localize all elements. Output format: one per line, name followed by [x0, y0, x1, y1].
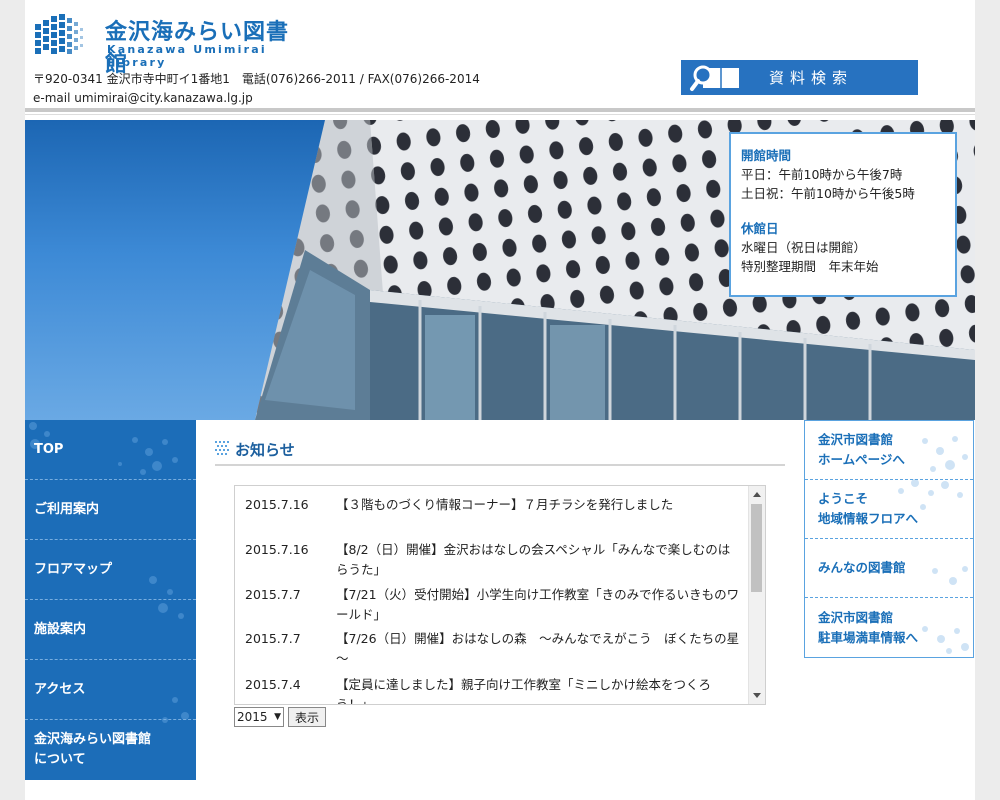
nav-facilities[interactable]: 施設案内 [25, 600, 196, 660]
closed-special: 特別整理期間 年末年始 [741, 259, 879, 274]
news-text[interactable]: 【7/26（日）開催】おはなしの森 ～みんなでえがこう ぼくたちの星～ [336, 629, 740, 669]
quick-links: 金沢市図書館 ホームページへ ようこそ 地域情報フロアへ みんなの図書館 金沢市… [804, 420, 974, 658]
email-line: e-mail umimirai@city.kanazawa.lg.jp [33, 91, 253, 105]
address-line: 〒920-0341 金沢市寺中町イ1番地1 電話(076)266-2011 / … [33, 72, 480, 86]
logo-mark-icon [35, 14, 83, 54]
link-everyones-library[interactable]: みんなの図書館 [805, 539, 973, 598]
news-item[interactable]: 2015.7.4 【定員に達しました】親子向け工作教室「ミニしかけ絵本をつくろう… [235, 675, 740, 704]
dropdown-arrow-icon: ▼ [274, 712, 281, 722]
hours-weekday: 平日：午前10時から午後7時 [741, 167, 903, 182]
news-heading-icon [215, 441, 229, 455]
link-local-info-floor[interactable]: ようこそ 地域情報フロアへ [805, 480, 973, 539]
nav-usage-guide[interactable]: ご利用案内 [25, 480, 196, 540]
nav-about[interactable]: 金沢海みらい図書館 について [25, 720, 196, 780]
news-date: 2015.7.16 [245, 497, 309, 512]
news-item[interactable]: 2015.7.16 【３階ものづくり情報コーナー】７月チラシを発行しました [235, 495, 740, 515]
nav-floor-map[interactable]: フロアマップ [25, 540, 196, 600]
news-text[interactable]: 【３階ものづくり情報コーナー】７月チラシを発行しました [336, 495, 740, 515]
year-select[interactable]: 2015 ▼ [234, 707, 284, 727]
closed-days: 水曜日（祝日は開館） [741, 240, 867, 255]
news-date: 2015.7.4 [245, 677, 301, 692]
news-item[interactable]: 2015.7.16 【8/2（日）開催】金沢おはなしの会スペシャル「みんなで楽し… [235, 540, 740, 580]
news-text[interactable]: 【定員に達しました】親子向け工作教室「ミニしかけ絵本をつくろう！」 [336, 675, 740, 704]
closed-heading: 休館日 [741, 221, 779, 236]
news-scrollbar[interactable] [748, 486, 765, 704]
news-date: 2015.7.7 [245, 587, 301, 602]
nav-access[interactable]: アクセス [25, 660, 196, 720]
hero-image: 開館時間 平日：午前10時から午後7時 土日祝：午前10時から午後5時 休館日 … [25, 120, 975, 420]
page: 金沢海みらい図書館 Kanazawa Umimirai Library 〒920… [25, 0, 975, 800]
scroll-thumb[interactable] [751, 504, 762, 592]
news-item[interactable]: 2015.7.7 【7/21（火）受付開始】小学生向け工作教室「きのみで作るいき… [235, 585, 740, 625]
year-filter: 2015 ▼ 表示 [234, 707, 327, 727]
nav-top[interactable]: TOP [25, 420, 196, 480]
news-date: 2015.7.16 [245, 542, 309, 557]
show-button[interactable]: 表示 [288, 707, 327, 727]
search-icon [681, 60, 745, 95]
search-button[interactable]: 資料検索 [681, 60, 918, 95]
hours-weekend: 土日祝：午前10時から午後5時 [741, 186, 915, 201]
link-kanazawa-library-home[interactable]: 金沢市図書館 ホームページへ [805, 421, 973, 480]
header-divider-thin [25, 114, 975, 115]
news-date: 2015.7.7 [245, 631, 301, 646]
link-parking-status[interactable]: 金沢市図書館 駐車場満車情報へ [805, 598, 973, 657]
news-list-box[interactable]: 2015.7.16 【３階ものづくり情報コーナー】７月チラシを発行しました 20… [234, 485, 766, 705]
news-title: お知らせ [235, 441, 295, 459]
year-value: 2015 [237, 710, 268, 724]
logo[interactable]: 金沢海みらい図書館 Kanazawa Umimirai Library [35, 12, 295, 77]
scroll-up-icon[interactable] [753, 492, 761, 497]
news-header: お知らせ [215, 436, 785, 466]
address-block: 〒920-0341 金沢市寺中町イ1番地1 電話(076)266-2011 / … [33, 70, 480, 108]
opening-hours-box: 開館時間 平日：午前10時から午後7時 土日祝：午前10時から午後5時 休館日 … [729, 132, 957, 297]
header-divider [25, 108, 975, 112]
news-text[interactable]: 【7/21（火）受付開始】小学生向け工作教室「きのみで作るいきものワールド」 [336, 585, 740, 625]
sidebar-nav: TOP ご利用案内 フロアマップ 施設案内 アクセス 金沢海みらい図書館 につい… [25, 420, 196, 780]
news-text[interactable]: 【8/2（日）開催】金沢おはなしの会スペシャル「みんなで楽しむのはらうた」 [336, 540, 740, 580]
hours-heading: 開館時間 [741, 148, 792, 163]
search-label: 資料検索 [769, 69, 854, 87]
news-item[interactable]: 2015.7.7 【7/26（日）開催】おはなしの森 ～みんなでえがこう ぼくた… [235, 629, 740, 669]
logo-subtitle: Kanazawa Umimirai Library [107, 43, 267, 69]
scroll-down-icon[interactable] [753, 693, 761, 698]
